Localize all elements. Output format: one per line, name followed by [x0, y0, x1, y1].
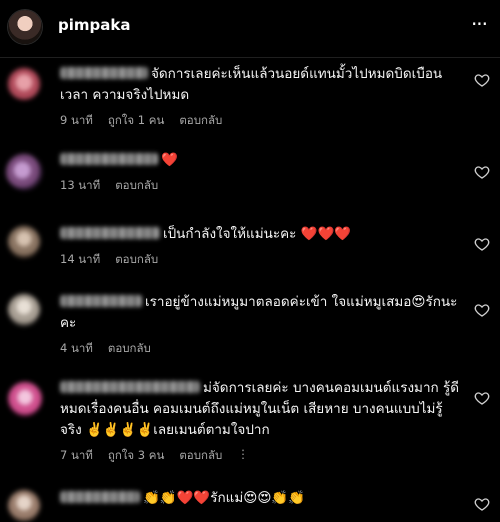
comment-time: 7 นาที	[60, 448, 93, 462]
comment-text: เราอยู่ข้างแม่หมูมาตลอดค่ะเข้า ใจแม่หมูเ…	[60, 294, 458, 331]
comment-text: เป็นกำลังใจให้แม่นะคะ ❤️❤️❤️	[60, 224, 460, 245]
commenter-avatar[interactable]	[8, 68, 40, 100]
comment-body: เราอยู่ข้างแม่หมูมาตลอดค่ะเข้า ใจแม่หมูเ…	[60, 292, 460, 358]
reply-button[interactable]: ตอบกลับ	[115, 177, 158, 195]
blurred-username[interactable]	[60, 295, 142, 307]
commenter-avatar[interactable]	[8, 382, 42, 416]
more-options-icon[interactable]: ···	[468, 14, 490, 36]
heart-outline-icon[interactable]	[474, 302, 490, 318]
more-options-icon[interactable]: ⋮	[237, 447, 249, 465]
blurred-username[interactable]	[60, 227, 160, 239]
profile-avatar[interactable]	[8, 10, 42, 44]
heart-outline-icon[interactable]	[474, 496, 490, 512]
blurred-username[interactable]	[60, 67, 148, 79]
comment-time: 14 นาที	[60, 252, 101, 266]
comment-time: 13 นาที	[60, 178, 101, 192]
comment-body: เป็นกำลังใจให้แม่นะคะ ❤️❤️❤️ 14 นาที ตอบ…	[60, 224, 460, 269]
comment-meta: 4 นาที ตอบกลับ	[60, 340, 460, 358]
heart-outline-icon[interactable]	[474, 72, 490, 88]
reply-button[interactable]: ตอบกลับ	[108, 340, 151, 358]
heart-outline-icon[interactable]	[474, 390, 490, 406]
comment-body: จัดการเลยค่ะเห็นแล้วนอยด์แทนมั้วไปหมดบิด…	[60, 64, 460, 130]
comment-time: 9 นาที	[60, 113, 93, 127]
comment-body: ❤️ 13 นาที ตอบกลับ	[60, 150, 460, 195]
commenter-avatar[interactable]	[8, 294, 40, 326]
comment-text: จัดการเลยค่ะเห็นแล้วนอยด์แทนมั้วไปหมดบิด…	[60, 66, 443, 103]
reply-button[interactable]: ตอบกลับ	[179, 112, 222, 130]
comment-meta: 14 นาที ตอบกลับ	[60, 251, 460, 269]
comment-body: 👏👏❤️❤️รักแม่😍😍👏👏	[60, 488, 460, 509]
commenter-avatar[interactable]	[8, 490, 40, 522]
comment-text: ❤️	[60, 150, 460, 171]
heart-outline-icon[interactable]	[474, 164, 490, 180]
comment-text: 👏👏❤️❤️รักแม่😍😍👏👏	[60, 488, 460, 509]
comment-likes[interactable]: ถูกใจ 1 คน	[108, 112, 164, 130]
profile-header: pimpaka ···	[0, 0, 500, 58]
comment-meta: 13 นาที ตอบกลับ	[60, 177, 460, 195]
comment-likes[interactable]: ถูกใจ 3 คน	[108, 447, 164, 465]
blurred-username[interactable]	[60, 153, 158, 165]
reply-button[interactable]: ตอบกลับ	[179, 447, 222, 465]
heart-outline-icon[interactable]	[474, 236, 490, 252]
commenter-avatar[interactable]	[6, 154, 42, 190]
blurred-username[interactable]	[60, 381, 200, 393]
blurred-username[interactable]	[60, 491, 140, 503]
comment-text: ม่จัดการเลยค่ะ บางคนคอมเมนต์แรงมาก รู้ดี…	[60, 380, 460, 438]
profile-username[interactable]: pimpaka	[58, 16, 130, 34]
comment-time: 4 นาที	[60, 341, 93, 355]
comment-meta: 7 นาที ถูกใจ 3 คน ตอบกลับ ⋮	[60, 447, 460, 465]
comment-body: ม่จัดการเลยค่ะ บางคนคอมเมนต์แรงมาก รู้ดี…	[60, 378, 460, 465]
comment-meta: 9 นาที ถูกใจ 1 คน ตอบกลับ	[60, 112, 460, 130]
commenter-avatar[interactable]	[8, 226, 40, 258]
reply-button[interactable]: ตอบกลับ	[115, 251, 158, 269]
